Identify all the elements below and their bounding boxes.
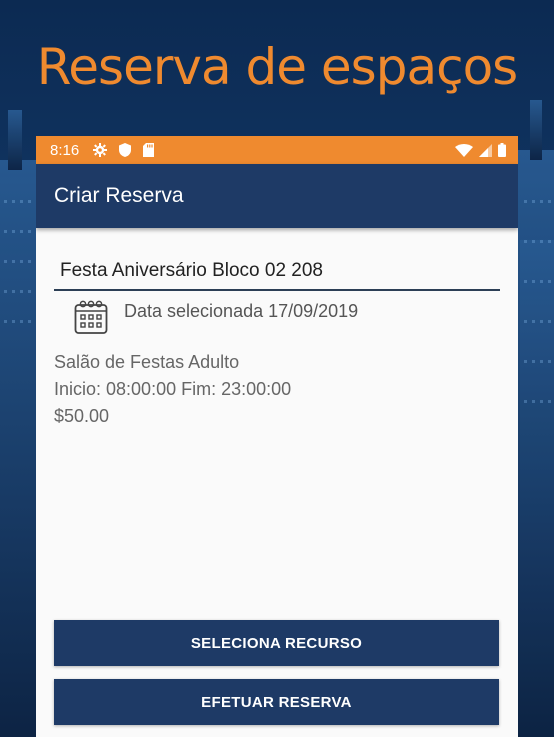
event-name-input[interactable] — [54, 254, 500, 291]
calendar-icon[interactable] — [74, 299, 108, 335]
resource-price: $50.00 — [54, 406, 110, 426]
sd-card-icon — [143, 143, 155, 157]
gear-icon — [93, 143, 108, 157]
selected-date: Data selecionada 17/09/2019 — [124, 301, 359, 321]
make-reservation-button[interactable]: EFETUAR RESERVA — [54, 679, 499, 725]
wifi-icon — [455, 143, 473, 157]
shield-icon — [119, 143, 132, 157]
reservation-form: Data selecionada 17/09/2019 Salão de Fes… — [36, 228, 518, 430]
status-bar: 8:16 — [36, 136, 518, 164]
resource-info: Salão de Festas Adulto Inicio: 08:00:00 … — [54, 349, 496, 430]
select-resource-button[interactable]: SELECIONA RECURSO — [54, 620, 499, 666]
status-time: 8:16 — [50, 141, 80, 159]
signal-icon — [479, 143, 492, 157]
phone-screen: 8:16 Criar Reserva Festa Aniversário Blo… — [36, 136, 518, 737]
promo-title: Reserva de espaços — [36, 38, 518, 96]
resource-name: Salão de Festas Adulto — [54, 352, 240, 372]
page-title: Criar Reserva — [54, 184, 184, 207]
battery-icon — [498, 143, 506, 157]
resource-schedule: Inicio: 08:00:00 Fim: 23:00:00 — [54, 379, 292, 399]
date-selector[interactable]: Data selecionada 17/09/2019 — [54, 299, 496, 335]
app-bar: Criar Reserva — [36, 164, 518, 228]
